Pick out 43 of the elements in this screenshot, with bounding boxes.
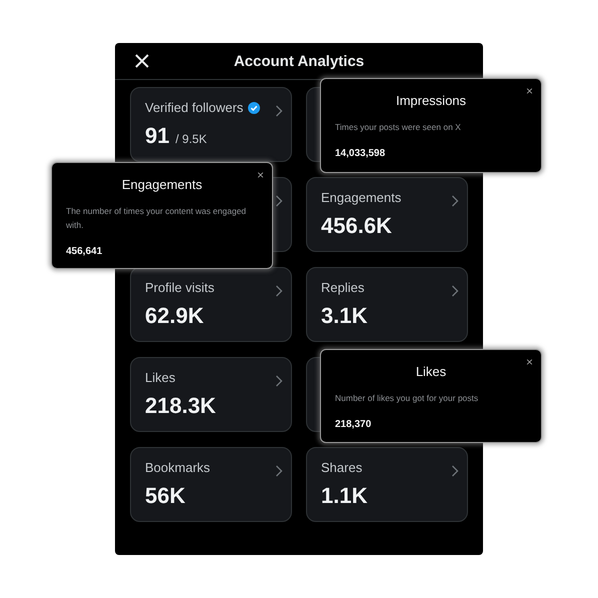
metric-card[interactable]: Likes 218.3K — [130, 357, 292, 432]
tooltip-title: Likes — [416, 364, 446, 379]
close-button[interactable]: × — [526, 84, 533, 98]
metric-label: Likes — [145, 370, 176, 385]
metric-card[interactable]: Shares 1.1K — [306, 447, 468, 522]
metric-label: Profile visits — [145, 280, 214, 295]
tooltip-title: Impressions — [396, 93, 466, 108]
metric-value: 56K — [145, 483, 186, 509]
close-button[interactable]: × — [526, 355, 533, 369]
metric-label: Verified followers — [145, 100, 244, 115]
tooltip-value: 218,370 — [335, 419, 372, 430]
window-title: Account Analytics — [234, 52, 364, 70]
metric-label: Engagements — [321, 190, 402, 205]
metric-value: 1.1K — [321, 483, 368, 509]
chevron-icon — [275, 375, 283, 387]
metric-label: Shares — [321, 460, 362, 475]
chevron-icon — [275, 465, 283, 477]
metric-label: Bookmarks — [145, 460, 210, 475]
metric-card[interactable]: Bookmarks 56K — [130, 447, 292, 522]
chevron-icon — [451, 195, 459, 207]
chevron-icon — [451, 465, 459, 477]
close-icon[interactable] — [133, 52, 151, 70]
tooltip-title: Engagements — [122, 177, 202, 192]
tooltip-description: Times your posts were seen on X — [335, 121, 462, 134]
tooltip-description: The number of times your content was engaged with. — [66, 205, 248, 232]
metric-total: / 9.5K — [175, 132, 207, 146]
metric-value: 62.9K — [145, 303, 204, 329]
metric-value: 91 — [145, 123, 170, 149]
metric-card[interactable]: Profile visits 62.9K — [130, 267, 292, 342]
metric-value: 3.1K — [321, 303, 368, 329]
tooltip-description: Number of likes you got for your posts — [335, 392, 480, 405]
metric-value: 456.6K — [321, 213, 392, 239]
close-button[interactable]: × — [256, 168, 264, 182]
chevron-icon — [451, 285, 459, 297]
tooltip-value: 14,033,598 — [335, 148, 386, 159]
metric-card[interactable]: Replies 3.1K — [306, 267, 468, 342]
tooltip-value: 456,641 — [66, 246, 104, 257]
metric-card[interactable]: Verified followers 91 / 9.5K — [130, 87, 292, 162]
metric-card[interactable]: Engagements 456.6K — [306, 177, 468, 252]
metric-value: 218.3K — [145, 393, 216, 419]
chevron-icon — [275, 105, 283, 117]
metric-label: Replies — [321, 280, 364, 295]
chevron-icon — [275, 285, 283, 297]
